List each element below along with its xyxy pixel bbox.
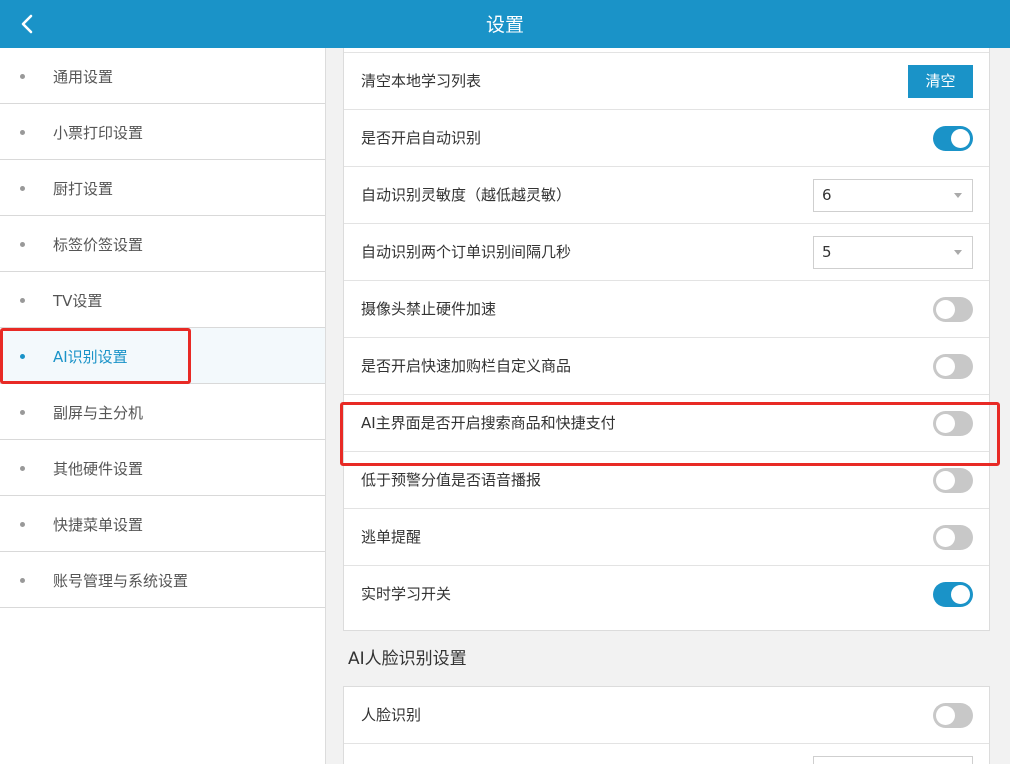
page-title: 设置	[485, 14, 524, 36]
sidebar-item-label: 快捷菜单设置	[53, 516, 144, 534]
setting-row-quick-cart-custom: 是否开启快速加购栏自定义商品	[344, 338, 989, 395]
face-recognition-toggle[interactable]	[933, 703, 973, 728]
toggle-knob	[936, 528, 955, 547]
caret-down-icon	[954, 193, 962, 198]
toggle-knob	[936, 357, 955, 376]
setting-row-clear-local: 清空本地学习列表 清空	[344, 53, 989, 110]
sidebar-item-label: 厨打设置	[53, 180, 114, 198]
setting-row-main-search-pay: AI主界面是否开启搜索商品和快捷支付	[344, 395, 989, 452]
settings-panel: 清空本地学习列表 清空 是否开启自动识别 自动识别灵敏度（越低越灵敏） 6 自动…	[327, 48, 1010, 764]
sidebar-item-tv[interactable]: TV设置	[0, 272, 325, 328]
bullet-icon	[20, 242, 25, 247]
sidebar-item-label: 副屏与主分机	[53, 404, 144, 422]
sidebar-item-label-price-tag[interactable]: 标签价签设置	[0, 216, 325, 272]
auto-recognize-toggle[interactable]	[933, 126, 973, 151]
ai-settings-card: 清空本地学习列表 清空 是否开启自动识别 自动识别灵敏度（越低越灵敏） 6 自动…	[343, 48, 990, 631]
setting-row-auto-recognize: 是否开启自动识别	[344, 110, 989, 167]
camera-hw-accel-toggle[interactable]	[933, 297, 973, 322]
sidebar: 通用设置 小票打印设置 厨打设置 标签价签设置 TV设置 AI识别设置 副屏与主…	[0, 48, 326, 764]
clear-button[interactable]: 清空	[908, 65, 973, 98]
select-value: 6	[822, 186, 832, 204]
toggle-knob	[951, 129, 970, 148]
bullet-icon	[20, 186, 25, 191]
setting-row-interval: 自动识别两个订单识别间隔几秒 5	[344, 224, 989, 281]
toggle-knob	[936, 471, 955, 490]
setting-label: 摄像头禁止硬件加速	[361, 300, 497, 318]
setting-label: 是否开启快速加购栏自定义商品	[361, 357, 572, 375]
setting-label: 逃单提醒	[361, 528, 422, 546]
setting-label: 人脸识别	[361, 706, 422, 724]
sidebar-item-label: 账号管理与系统设置	[53, 572, 189, 590]
top-bar: 设置	[0, 0, 1010, 48]
quick-cart-custom-toggle[interactable]	[933, 354, 973, 379]
sidebar-item-label: 其他硬件设置	[53, 460, 144, 478]
toggle-knob	[936, 414, 955, 433]
skip-order-alert-toggle[interactable]	[933, 525, 973, 550]
select-value: 5	[822, 243, 832, 261]
setting-label: 是否开启自动识别	[361, 129, 482, 147]
interval-select[interactable]: 5	[813, 236, 973, 269]
setting-label: 清空本地学习列表	[361, 72, 482, 90]
sidebar-item-label: 通用设置	[53, 68, 114, 86]
sidebar-item-label: 小票打印设置	[53, 124, 144, 142]
face-section-title: AI人脸识别设置	[348, 649, 467, 669]
setting-row-partial	[344, 744, 989, 764]
sidebar-item-account-system[interactable]: 账号管理与系统设置	[0, 552, 325, 608]
sidebar-item-kitchen-print[interactable]: 厨打设置	[0, 160, 325, 216]
caret-down-icon	[954, 250, 962, 255]
setting-label: 自动识别两个订单识别间隔几秒	[361, 243, 572, 261]
toggle-knob	[936, 706, 955, 725]
sidebar-item-other-hardware[interactable]: 其他硬件设置	[0, 440, 325, 496]
highlight-box	[0, 328, 191, 384]
bullet-icon	[20, 130, 25, 135]
sidebar-item-general[interactable]: 通用设置	[0, 48, 325, 104]
bullet-icon	[20, 74, 25, 79]
sidebar-item-shortcut-menu[interactable]: 快捷菜单设置	[0, 496, 325, 552]
face-settings-card: 人脸识别	[343, 686, 990, 764]
setting-row-camera-hw-accel: 摄像头禁止硬件加速	[344, 281, 989, 338]
setting-row-skip-order-alert: 逃单提醒	[344, 509, 989, 566]
toggle-knob	[936, 300, 955, 319]
partial-select[interactable]	[813, 756, 973, 764]
bullet-icon	[20, 522, 25, 527]
setting-label: AI主界面是否开启搜索商品和快捷支付	[361, 414, 616, 432]
toggle-knob	[951, 585, 970, 604]
bullet-icon	[20, 298, 25, 303]
setting-label: 低于预警分值是否语音播报	[361, 471, 542, 489]
bullet-icon	[20, 466, 25, 471]
sidebar-item-receipt-print[interactable]: 小票打印设置	[0, 104, 325, 160]
sidebar-item-label: 标签价签设置	[53, 236, 144, 254]
setting-row-realtime-learning: 实时学习开关	[344, 566, 989, 623]
sidebar-item-secondary-screen[interactable]: 副屏与主分机	[0, 384, 325, 440]
bullet-icon	[20, 410, 25, 415]
setting-row-face-recognition: 人脸识别	[344, 687, 989, 744]
realtime-learning-toggle[interactable]	[933, 582, 973, 607]
sidebar-item-label: TV设置	[53, 292, 103, 310]
setting-label: 自动识别灵敏度（越低越灵敏）	[361, 186, 572, 204]
setting-row-voice-alert: 低于预警分值是否语音播报	[344, 452, 989, 509]
voice-alert-toggle[interactable]	[933, 468, 973, 493]
sidebar-item-ai-recognition[interactable]: AI识别设置	[0, 328, 325, 384]
sensitivity-select[interactable]: 6	[813, 179, 973, 212]
setting-row-sensitivity: 自动识别灵敏度（越低越灵敏） 6	[344, 167, 989, 224]
main-search-pay-toggle[interactable]	[933, 411, 973, 436]
bullet-icon	[20, 578, 25, 583]
setting-label: 实时学习开关	[361, 585, 452, 603]
